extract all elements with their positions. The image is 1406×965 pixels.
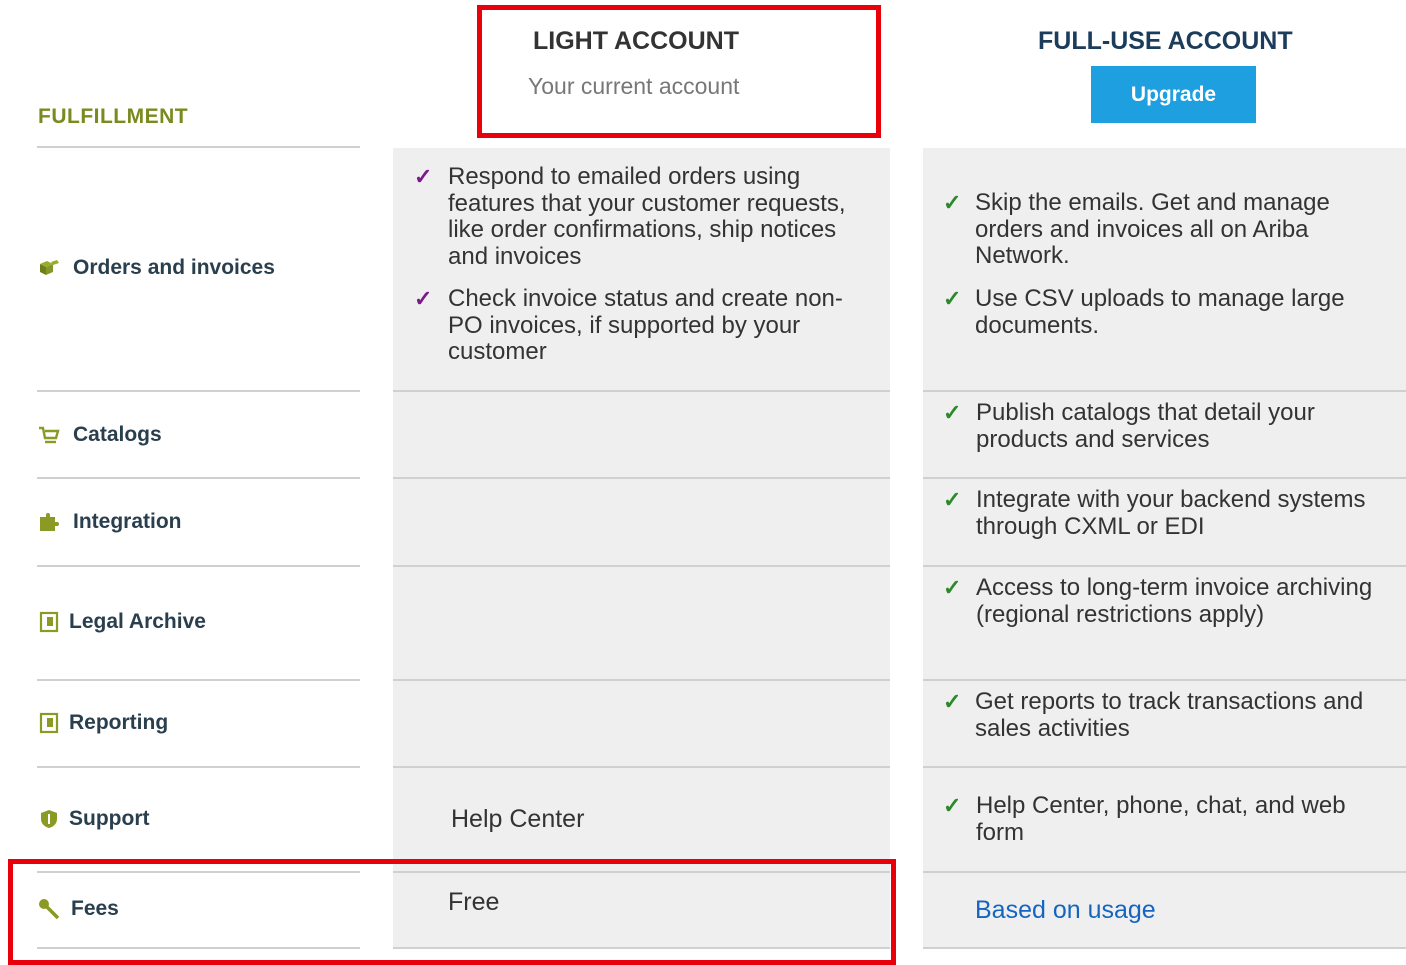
row-label-orders: Orders and invoices bbox=[37, 253, 275, 283]
divider bbox=[923, 871, 1406, 873]
light-cell-reporting bbox=[393, 681, 890, 766]
light-feature-orders-2: ✓ Check invoice status and create non-PO… bbox=[414, 285, 843, 365]
check-icon: ✓ bbox=[943, 190, 962, 215]
light-cell-integration bbox=[393, 479, 890, 565]
document-icon bbox=[37, 610, 61, 634]
row-label-text: Integration bbox=[73, 510, 182, 533]
divider bbox=[923, 947, 1406, 949]
full-feature-orders-1: ✓ Skip the emails. Get and manage orders… bbox=[943, 189, 1330, 269]
row-label-archive: Legal Archive bbox=[37, 607, 206, 637]
check-icon: ✓ bbox=[414, 286, 433, 311]
check-icon: ✓ bbox=[943, 400, 962, 425]
section-label-fulfillment: FULFILLMENT bbox=[38, 105, 189, 128]
check-icon: ✓ bbox=[943, 793, 962, 818]
divider bbox=[37, 146, 360, 148]
divider bbox=[37, 390, 360, 392]
divider bbox=[37, 871, 360, 873]
row-label-fees: Fees bbox=[37, 894, 119, 924]
cart-icon bbox=[37, 423, 61, 447]
divider bbox=[923, 766, 1406, 768]
current-account-label: Your current account bbox=[528, 73, 740, 99]
divider bbox=[923, 565, 1406, 567]
divider bbox=[37, 947, 360, 949]
divider bbox=[923, 679, 1406, 681]
boxes-icon bbox=[37, 256, 61, 280]
row-label-text: Legal Archive bbox=[69, 610, 206, 633]
light-cell-catalogs bbox=[393, 392, 890, 477]
row-label-text: Reporting bbox=[69, 711, 169, 734]
full-fees-link[interactable]: Based on usage bbox=[975, 896, 1156, 925]
document-icon bbox=[37, 711, 61, 735]
full-use-account-title: FULL-USE ACCOUNT bbox=[1038, 27, 1293, 55]
divider bbox=[393, 947, 890, 949]
divider bbox=[923, 477, 1406, 479]
check-icon: ✓ bbox=[943, 689, 962, 714]
light-cell-archive bbox=[393, 567, 890, 679]
check-icon: ✓ bbox=[414, 164, 433, 189]
row-label-text: Support bbox=[69, 807, 150, 830]
light-fees-value: Free bbox=[448, 888, 500, 916]
row-label-text: Catalogs bbox=[73, 423, 162, 446]
divider bbox=[37, 766, 360, 768]
row-label-integration: Integration bbox=[37, 507, 182, 537]
key-icon bbox=[37, 897, 61, 921]
divider bbox=[923, 390, 1406, 392]
full-feature-catalogs: ✓ Publish catalogs that detail your prod… bbox=[943, 399, 1315, 453]
puzzle-icon bbox=[37, 510, 61, 534]
light-support-value: Help Center bbox=[451, 805, 585, 833]
divider bbox=[393, 766, 890, 768]
shield-icon bbox=[37, 807, 61, 831]
full-feature-reporting: ✓ Get reports to track transactions and … bbox=[943, 688, 1364, 742]
highlight-box-light-account bbox=[477, 5, 881, 138]
upgrade-button[interactable]: Upgrade bbox=[1091, 66, 1256, 123]
row-label-text: Fees bbox=[71, 897, 119, 920]
row-label-text: Orders and invoices bbox=[73, 256, 275, 279]
divider bbox=[393, 871, 890, 873]
full-feature-orders-2: ✓ Use CSV uploads to manage large docume… bbox=[943, 285, 1345, 339]
light-account-title: LIGHT ACCOUNT bbox=[533, 27, 739, 55]
full-feature-archive: ✓ Access to long-term invoice archiving … bbox=[943, 574, 1373, 628]
full-feature-integration: ✓ Integrate with your backend systems th… bbox=[943, 486, 1366, 540]
check-icon: ✓ bbox=[943, 487, 962, 512]
divider bbox=[393, 679, 890, 681]
divider bbox=[37, 477, 360, 479]
check-icon: ✓ bbox=[943, 286, 962, 311]
divider bbox=[393, 565, 890, 567]
divider bbox=[393, 390, 890, 392]
row-label-support: Support bbox=[37, 804, 149, 834]
row-label-catalogs: Catalogs bbox=[37, 420, 162, 450]
row-label-reporting: Reporting bbox=[37, 708, 168, 738]
full-feature-support: ✓ Help Center, phone, chat, and web form bbox=[943, 792, 1346, 846]
divider bbox=[37, 679, 360, 681]
check-icon: ✓ bbox=[943, 575, 962, 600]
light-feature-orders-1: ✓ Respond to emailed orders using featur… bbox=[414, 163, 846, 270]
divider bbox=[393, 477, 890, 479]
divider bbox=[37, 565, 360, 567]
